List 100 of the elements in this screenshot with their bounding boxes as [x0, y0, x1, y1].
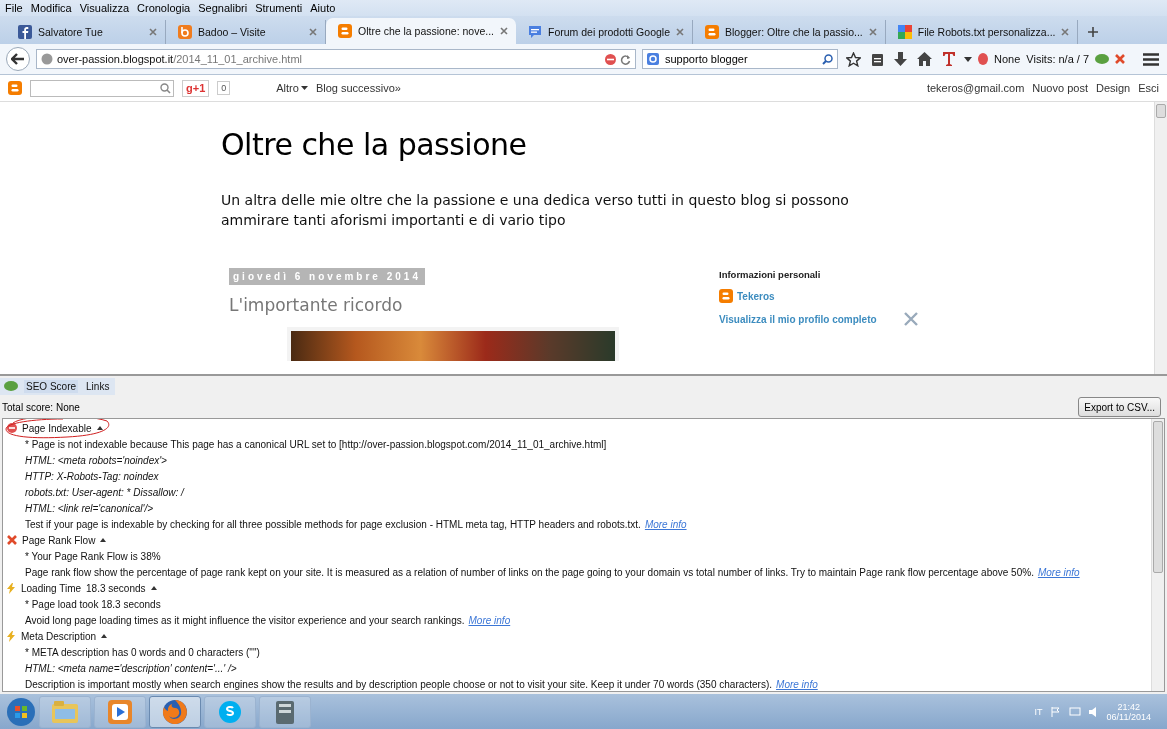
- back-button[interactable]: [6, 47, 30, 71]
- caret-icon[interactable]: [96, 426, 103, 430]
- check-detail: HTML: <meta robots='noindex'>: [24, 453, 168, 468]
- taskbar-app-button[interactable]: [94, 695, 146, 728]
- plus-one-button[interactable]: g+1: [182, 79, 210, 97]
- check-detail: * Page is not indexable because This page has a canonical URL set to [http://over-passion.blogspot.com/2014_11_01_archive.html]: [24, 437, 608, 452]
- home-icon[interactable]: [915, 52, 934, 66]
- blogger-bar-link[interactable]: Design: [1095, 82, 1131, 94]
- panel-tab[interactable]: Links: [84, 379, 112, 393]
- cross-icon: [7, 535, 17, 545]
- check-detail: HTML: <meta name='description' content='...' />: [24, 661, 238, 676]
- menu-icon[interactable]: [1141, 52, 1161, 66]
- check-value: 18.3 seconds: [86, 582, 146, 594]
- check-title[interactable]: Meta Description: [21, 630, 97, 642]
- check-detail: * Page load took 18.3 seconds: [24, 597, 162, 612]
- address-field[interactable]: over-passion.blogspot.it/2014_11_01_archive.html: [36, 49, 636, 69]
- more-info-link[interactable]: More info: [1037, 566, 1080, 578]
- download-icon[interactable]: [892, 52, 909, 66]
- check-detail: HTTP: X-Robots-Tag: noindex: [24, 469, 160, 484]
- menu-item[interactable]: Cronologia: [137, 2, 191, 14]
- lightning-icon: [7, 630, 16, 642]
- more-info-link[interactable]: More info: [644, 518, 687, 530]
- skype-icon: [218, 699, 242, 724]
- badoo-icon: [178, 25, 192, 39]
- export-button[interactable]: Export to CSV...: [1078, 397, 1161, 417]
- more-info-link[interactable]: More info: [468, 614, 511, 626]
- post-title: L'importante ricordo: [229, 295, 404, 315]
- menu-item[interactable]: File: [5, 2, 23, 14]
- check-detail: HTML: <link rel='canonical'/>: [24, 501, 155, 516]
- check-detail: * META description has 0 words and 0 characters (""): [24, 645, 261, 660]
- lightning-icon: [7, 582, 16, 594]
- close-icon[interactable]: [500, 27, 508, 35]
- caret-icon[interactable]: [101, 634, 108, 638]
- menu-item[interactable]: Aiuto: [310, 2, 336, 14]
- blogger-bar-link[interactable]: Esci: [1138, 82, 1159, 94]
- scrollbar[interactable]: [1154, 102, 1167, 374]
- sidebar-heading: Informazioni personali: [719, 269, 822, 280]
- check-detail: * Your Page Rank Flow is 38%: [24, 549, 162, 564]
- blog-description: Un altra delle mie oltre che la passione e una dedica verso tutti in questo blog si possono ammirare tanti aforismi importanti e di vario tipo: [221, 191, 850, 230]
- folder-icon: [52, 700, 78, 723]
- more-menu[interactable]: Altro: [276, 82, 299, 94]
- check-title[interactable]: Page Rank Flow: [22, 534, 96, 546]
- search-icon: [822, 53, 833, 65]
- close-icon[interactable]: [309, 28, 317, 36]
- total-score: Total score: None: [2, 401, 80, 413]
- close-icon[interactable]: [1061, 28, 1070, 36]
- blog-title: Oltre che la passione: [221, 127, 528, 162]
- menu-item[interactable]: Strumenti: [255, 2, 303, 14]
- blogger-icon: [338, 24, 352, 38]
- close-icon[interactable]: [149, 28, 157, 36]
- serif-letter-icon[interactable]: [940, 51, 958, 67]
- search-icon: [160, 82, 171, 94]
- taskbar-app-button[interactable]: [259, 695, 311, 728]
- cross-icon: [1115, 54, 1126, 64]
- flag-icon[interactable]: [1050, 706, 1061, 717]
- blogger-icon: [8, 81, 22, 95]
- profile-link[interactable]: Visualizza il mio profilo completo: [719, 313, 877, 325]
- check-title[interactable]: Loading Time: [21, 582, 82, 594]
- facebook-icon: [18, 25, 32, 39]
- blogger-icon: [705, 25, 719, 39]
- speaker-icon[interactable]: [1088, 706, 1099, 717]
- clipboard-icon[interactable]: [869, 52, 886, 66]
- panel-tab[interactable]: SEO Score: [24, 379, 79, 393]
- caret-icon[interactable]: [964, 56, 972, 62]
- next-blog-link[interactable]: Blog successivo»: [315, 82, 401, 94]
- check-detail: robots.txt: User-agent: * Dissallow: /: [24, 485, 186, 500]
- start-button[interactable]: [6, 696, 36, 727]
- profile-name-link[interactable]: Tekeros: [737, 290, 775, 302]
- taskbar-app-button[interactable]: [204, 695, 256, 728]
- back-arrow-icon: [11, 53, 25, 65]
- seo-status-text: None: [994, 53, 1021, 65]
- close-icon[interactable]: [868, 28, 877, 36]
- search-field[interactable]: supporto blogger: [642, 49, 838, 69]
- check-description: Description is important mostly when search engines show the results and by description people choose or not to visit your site. Keep it under 70 words (350 characters).: [25, 678, 773, 690]
- blogger-icon: [719, 289, 733, 303]
- blog-search-field[interactable]: [30, 79, 174, 97]
- browser-tab[interactable]: Oltre che la passione: nove...: [326, 18, 516, 44]
- menu-item[interactable]: Visualizza: [79, 2, 130, 14]
- scrollbar[interactable]: [1151, 419, 1164, 691]
- visits-text: Visits: n/a / 7: [1026, 53, 1090, 65]
- menu-item[interactable]: Modifica: [30, 2, 72, 14]
- check-description: Test if your page is indexable by checking for all three possible methods for page exclusion - HTML meta tag, HTTP headers and robots.txt.: [25, 518, 641, 530]
- menu-item[interactable]: Segnalibri: [198, 2, 248, 14]
- firefox-icon: [162, 698, 188, 725]
- more-info-link[interactable]: More info: [776, 678, 818, 690]
- chat-bubble-icon: [528, 25, 542, 39]
- account-email[interactable]: tekeros@gmail.com: [926, 82, 1025, 94]
- google-icon: [897, 25, 912, 39]
- taskbar-app-button[interactable]: [149, 695, 201, 728]
- blogger-bar-link[interactable]: Nuovo post: [1032, 82, 1088, 94]
- bookmark-star-icon[interactable]: [844, 51, 863, 67]
- caret-icon[interactable]: [300, 86, 308, 90]
- new-tab-icon[interactable]: [1088, 27, 1099, 37]
- cabinet-icon: [273, 698, 297, 725]
- post-date: giovedì 6 novembre 2014: [229, 268, 425, 285]
- caret-icon[interactable]: [100, 538, 107, 542]
- close-icon[interactable]: [676, 28, 684, 36]
- caret-icon[interactable]: [150, 586, 157, 590]
- plus-one-count: 0: [217, 81, 231, 95]
- check-title[interactable]: Page Indexable: [22, 422, 92, 434]
